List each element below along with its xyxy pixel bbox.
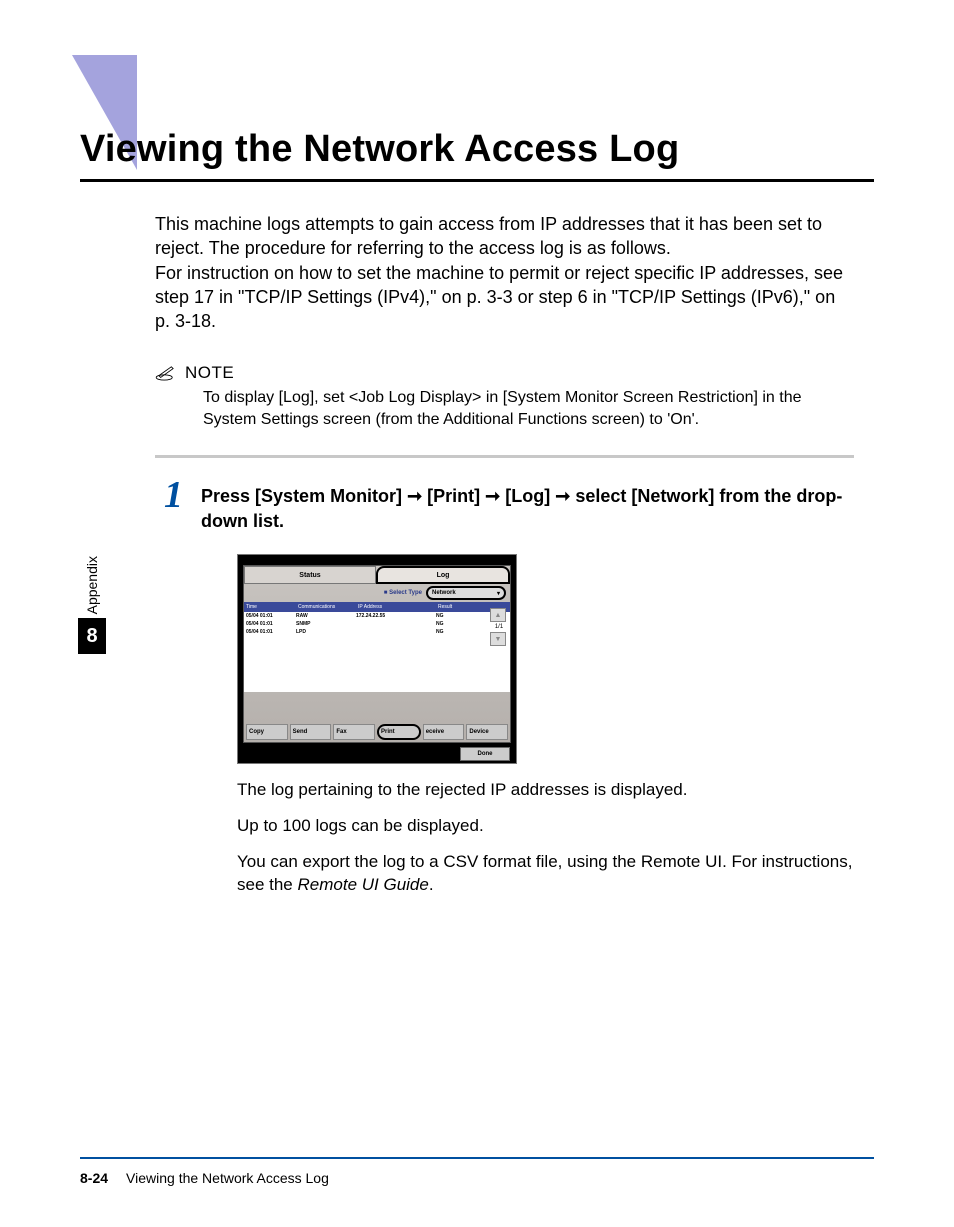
- scroll-down-button[interactable]: ▼: [490, 632, 506, 646]
- result-para-2: Up to 100 logs can be displayed.: [237, 814, 854, 838]
- result-para-3: You can export the log to a CSV format f…: [237, 850, 854, 898]
- scroll-up-button[interactable]: ▲: [490, 608, 506, 622]
- page-title: Viewing the Network Access Log: [80, 128, 874, 182]
- dropdown-arrow-icon: ▾: [497, 590, 500, 597]
- ss-select-value: Network: [432, 590, 456, 596]
- step-number: 1: [155, 480, 183, 534]
- ss-bottom-tab-copy[interactable]: Copy: [246, 724, 288, 740]
- ss-select-type-label: ■ Select Type: [248, 590, 422, 596]
- step-1: 1 Press [System Monitor] ➞ [Print] ➞ [Lo…: [155, 480, 854, 534]
- side-tab-label: Appendix: [84, 556, 100, 614]
- step-text-a: Press [System Monitor]: [201, 486, 407, 506]
- done-button[interactable]: Done: [460, 747, 510, 761]
- embedded-screenshot: Status Log ■ Select Type Network ▾ Time …: [237, 554, 517, 764]
- ss-table-header: Time Communications IP Address Result: [244, 602, 510, 612]
- chapter-side-tab: Appendix 8: [78, 556, 106, 654]
- step-text-b: [Print]: [422, 486, 485, 506]
- page-indicator: 1/1: [490, 624, 508, 630]
- ss-header-result: Result: [436, 604, 466, 610]
- ss-header-time: Time: [244, 604, 296, 610]
- ss-bottom-tab-send[interactable]: Send: [290, 724, 332, 740]
- side-tab-number: 8: [78, 618, 106, 654]
- arrow-icon: ➞: [485, 484, 500, 509]
- divider: [155, 455, 854, 458]
- table-row: 05/04 01:01 RAW 172.24.22.55 NG: [244, 612, 510, 620]
- table-row: 05/04 01:01 LPD NG: [244, 628, 510, 636]
- footer-page-number: 8-24: [80, 1170, 108, 1186]
- note-body: To display [Log], set <Job Log Display> …: [203, 387, 854, 430]
- intro-paragraph: This machine logs attempts to gain acces…: [155, 212, 854, 333]
- arrow-icon: ➞: [407, 484, 422, 509]
- step-text-c: [Log]: [500, 486, 555, 506]
- ss-tab-log[interactable]: Log: [376, 566, 510, 584]
- footer-title: Viewing the Network Access Log: [126, 1170, 329, 1186]
- note-heading: NOTE: [155, 363, 854, 383]
- ss-network-dropdown[interactable]: Network ▾: [426, 586, 506, 600]
- ss-bottom-tab-print[interactable]: Print: [377, 724, 421, 740]
- ss-bottom-tab-receive[interactable]: eceive: [423, 724, 465, 740]
- table-row: 05/04 01:01 SNMP NG: [244, 620, 510, 628]
- note-pencil-icon: [155, 365, 177, 381]
- note-label: NOTE: [185, 363, 234, 383]
- ss-tab-status[interactable]: Status: [244, 566, 376, 584]
- ss-bottom-tab-fax[interactable]: Fax: [333, 724, 375, 740]
- footer-rule: [80, 1157, 874, 1159]
- step-instruction: Press [System Monitor] ➞ [Print] ➞ [Log]…: [201, 480, 854, 534]
- page-footer: 8-24 Viewing the Network Access Log: [80, 1170, 329, 1186]
- ss-header-ip: IP Address: [356, 604, 436, 610]
- ss-bottom-tab-device[interactable]: Device: [466, 724, 508, 740]
- arrow-icon: ➞: [555, 484, 570, 509]
- ss-header-comm: Communications: [296, 604, 356, 610]
- ss-table-body: 05/04 01:01 RAW 172.24.22.55 NG 05/04 01…: [244, 612, 510, 692]
- result-para-1: The log pertaining to the rejected IP ad…: [237, 778, 854, 802]
